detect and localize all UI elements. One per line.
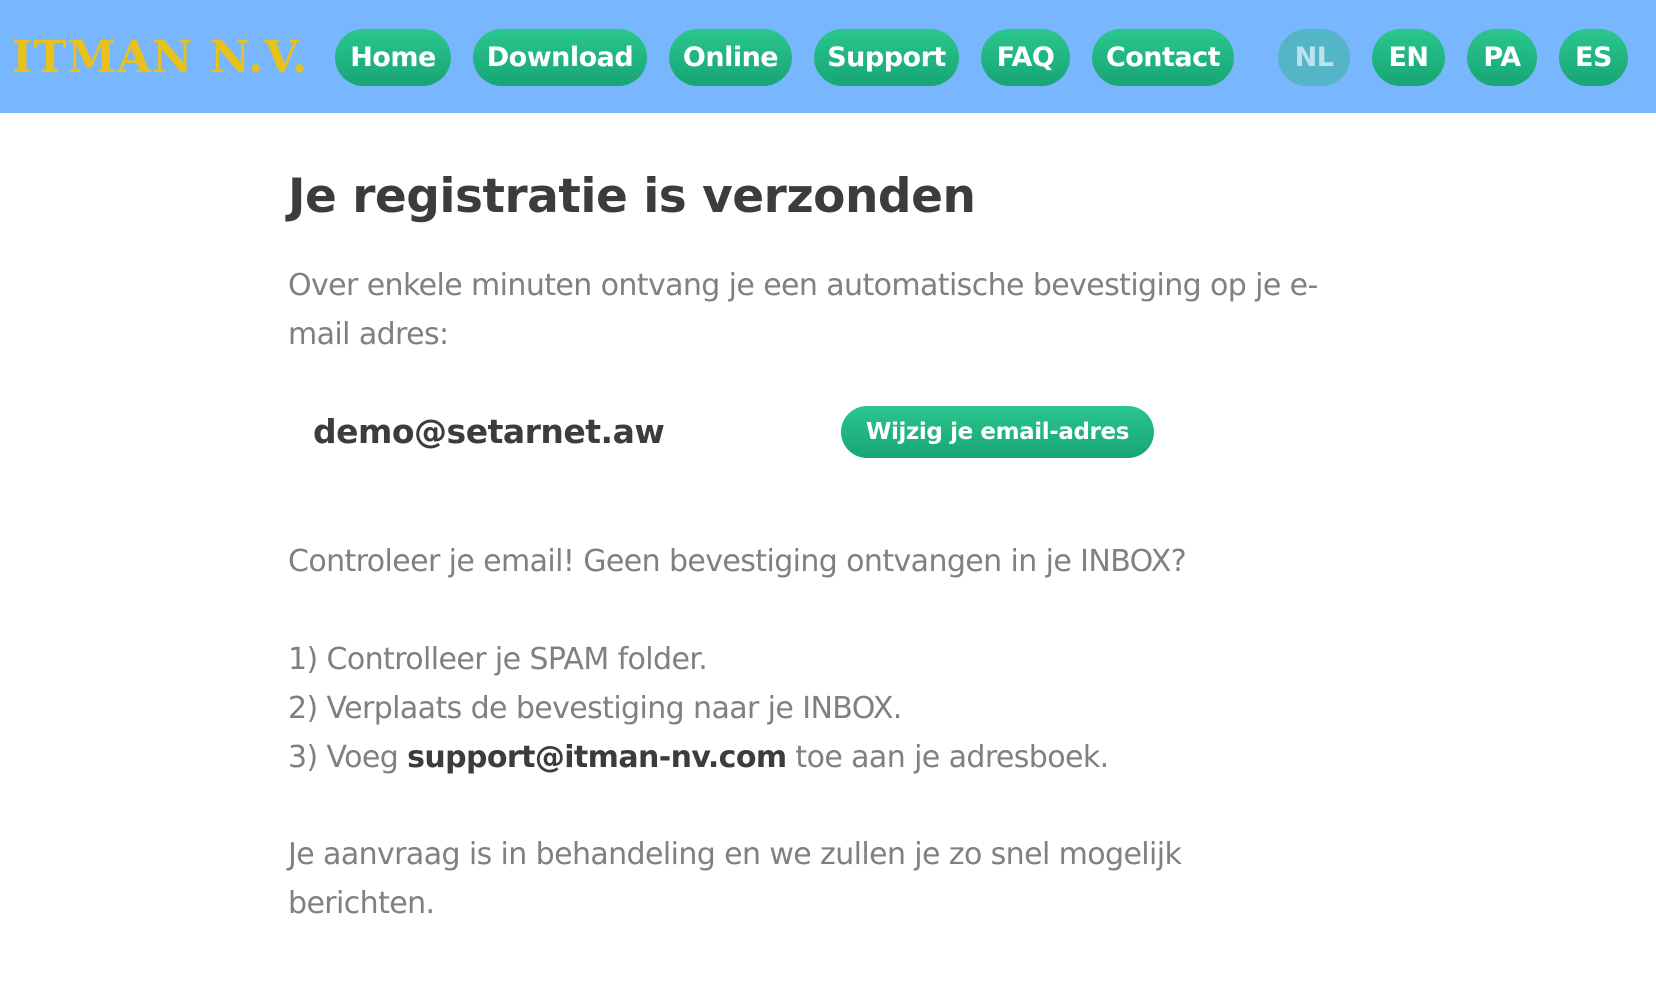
- language-es-button[interactable]: ES: [1559, 29, 1628, 86]
- language-nl-button[interactable]: NL: [1278, 29, 1350, 86]
- nav-faq-button[interactable]: FAQ: [981, 29, 1070, 86]
- step-3-prefix: 3) Voeg: [288, 740, 408, 775]
- intro-text: Over enkele minuten ontvang je een autom…: [288, 268, 1318, 352]
- page-title: Je registratie is verzonden: [288, 169, 976, 224]
- nav-home-button[interactable]: Home: [335, 29, 451, 86]
- top-navigation-bar: ITMAN N.V. Home Download Online Support …: [0, 0, 1656, 113]
- step-2-text: 2) Verplaats de bevestiging naar je INBO…: [288, 691, 902, 726]
- step-3-text: 3) Voeg support@itman-nv.com toe aan je …: [288, 733, 1109, 782]
- nav-contact-button[interactable]: Contact: [1092, 29, 1234, 86]
- nav-online-button[interactable]: Online: [669, 29, 792, 86]
- check-email-text: Controleer je email! Geen bevestiging on…: [288, 544, 1187, 579]
- support-email: support@itman-nv.com: [407, 740, 787, 775]
- step-1-text: 1) Controlleer je SPAM folder.: [288, 642, 708, 677]
- closing-text: Je aanvraag is in behandeling en we zull…: [288, 837, 1182, 921]
- step-3-suffix: toe aan je adresboek.: [786, 740, 1109, 775]
- language-en-button[interactable]: EN: [1372, 29, 1445, 86]
- change-email-button[interactable]: Wijzig je email-adres: [841, 406, 1154, 458]
- nav-download-button[interactable]: Download: [473, 29, 647, 86]
- registered-email: demo@setarnet.aw: [313, 412, 665, 451]
- language-pa-button[interactable]: PA: [1467, 29, 1537, 86]
- nav-support-button[interactable]: Support: [814, 29, 959, 86]
- site-logo[interactable]: ITMAN N.V.: [12, 30, 308, 86]
